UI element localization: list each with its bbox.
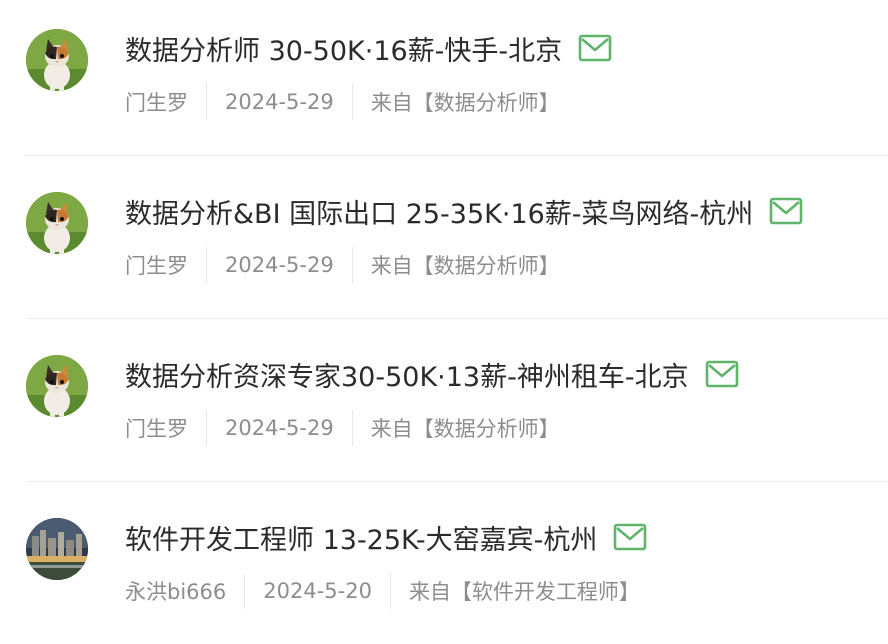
list-item: 数据分析&BI 国际出口 25-35K·16薪-菜鸟网络-杭州 门生罗 2024…: [0, 163, 888, 326]
post-title[interactable]: 数据分析资深专家30-50K·13薪-神州租车-北京: [125, 355, 689, 394]
post-title[interactable]: 软件开发工程师 13-25K-大窑嘉宾-杭州: [125, 518, 597, 557]
meta-row: 门生罗 2024-5-29 来自【数据分析师】: [125, 410, 560, 446]
mail-icon[interactable]: [705, 360, 739, 388]
meta-divider: [244, 573, 246, 609]
author-name[interactable]: 门生罗: [125, 87, 188, 117]
meta-row: 门生罗 2024-5-29 来自【数据分析师】: [125, 84, 560, 120]
source-link[interactable]: 来自【软件开发工程师】: [409, 576, 640, 606]
avatar[interactable]: [26, 29, 88, 91]
author-name[interactable]: 永洪bi666: [125, 576, 226, 606]
post-title[interactable]: 数据分析&BI 国际出口 25-35K·16薪-菜鸟网络-杭州: [125, 192, 753, 231]
city-avatar-icon: [26, 518, 88, 580]
list-item: 数据分析师 30-50K·16薪-快手-北京 门生罗 2024-5-29 来自【…: [0, 0, 888, 163]
post-date: 2024-5-29: [225, 253, 334, 277]
avatar[interactable]: [26, 355, 88, 417]
author-name[interactable]: 门生罗: [125, 413, 188, 443]
divider: [26, 155, 888, 156]
meta-divider: [206, 84, 207, 120]
meta-divider: [206, 410, 207, 446]
source-link[interactable]: 来自【数据分析师】: [371, 87, 560, 117]
title-row: 数据分析资深专家30-50K·13薪-神州租车-北京: [125, 352, 739, 396]
meta-row: 门生罗 2024-5-29 来自【数据分析师】: [125, 247, 560, 283]
post-date: 2024-5-29: [225, 90, 334, 114]
post-date: 2024-5-29: [225, 416, 334, 440]
meta-row: 永洪bi666 2024-5-20 来自【软件开发工程师】: [125, 573, 640, 609]
author-name[interactable]: 门生罗: [125, 250, 188, 280]
post-list: 数据分析师 30-50K·16薪-快手-北京 门生罗 2024-5-29 来自【…: [0, 0, 888, 644]
meta-divider: [351, 410, 353, 446]
avatar[interactable]: [26, 192, 88, 254]
title-row: 数据分析&BI 国际出口 25-35K·16薪-菜鸟网络-杭州: [125, 189, 803, 233]
divider: [26, 318, 888, 319]
avatar[interactable]: [26, 518, 88, 580]
meta-divider: [351, 247, 353, 283]
title-row: 软件开发工程师 13-25K-大窑嘉宾-杭州: [125, 515, 647, 559]
cat-avatar-icon: [26, 192, 88, 254]
mail-icon[interactable]: [769, 197, 803, 225]
mail-icon[interactable]: [578, 34, 612, 62]
source-link[interactable]: 来自【数据分析师】: [371, 250, 560, 280]
list-item: 软件开发工程师 13-25K-大窑嘉宾-杭州 永洪bi666 2024-5-20…: [0, 489, 888, 644]
meta-divider: [351, 84, 353, 120]
post-title[interactable]: 数据分析师 30-50K·16薪-快手-北京: [125, 29, 562, 68]
list-item: 数据分析资深专家30-50K·13薪-神州租车-北京 门生罗 2024-5-29…: [0, 326, 888, 489]
meta-divider: [389, 573, 391, 609]
cat-avatar-icon: [26, 29, 88, 91]
cat-avatar-icon: [26, 355, 88, 417]
meta-divider: [206, 247, 207, 283]
divider: [26, 481, 888, 482]
post-date: 2024-5-20: [263, 579, 372, 603]
title-row: 数据分析师 30-50K·16薪-快手-北京: [125, 26, 612, 70]
mail-icon[interactable]: [613, 523, 647, 551]
source-link[interactable]: 来自【数据分析师】: [371, 413, 560, 443]
